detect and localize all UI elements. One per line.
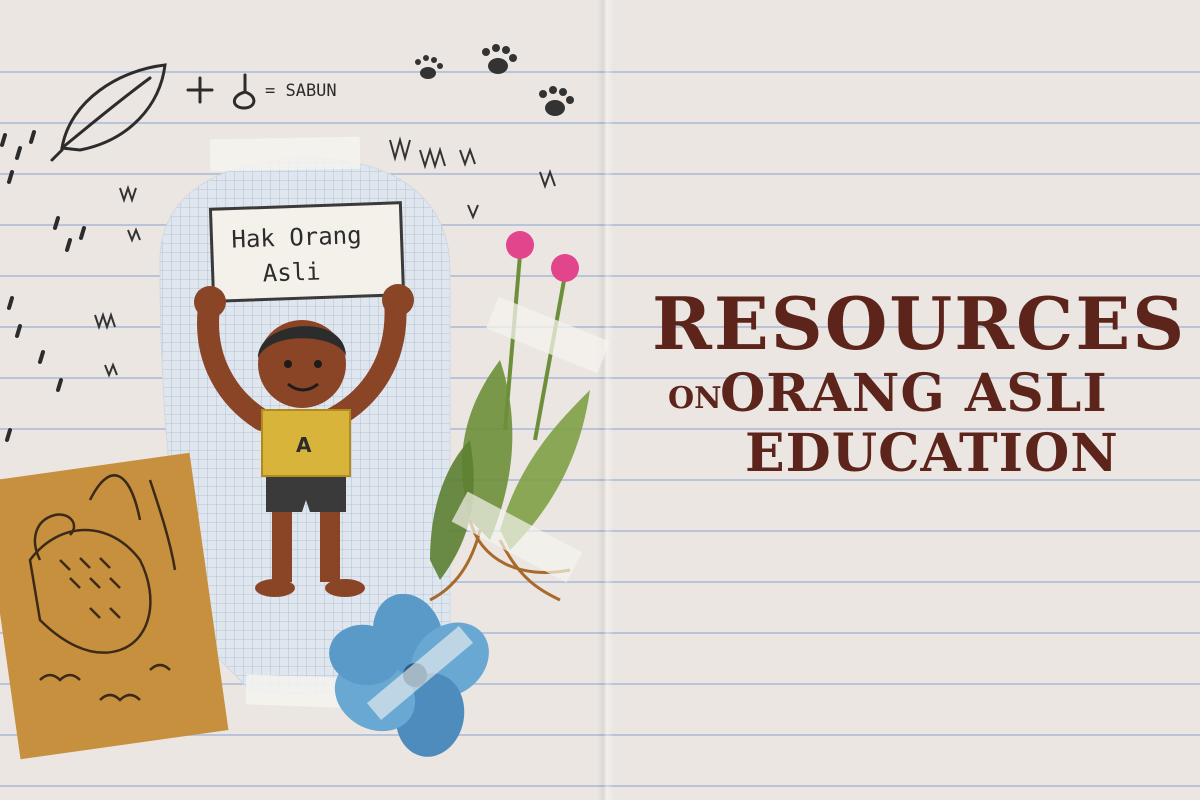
tape-strip-icon (209, 136, 361, 172)
title-education: EDUCATION (745, 423, 1119, 484)
title-orang-asli: ORANG ASLI (720, 363, 1108, 424)
rain-dashes (0, 130, 86, 442)
collage-illustration: = SABUN Hak Orang Asli A (0, 44, 610, 760)
equation-equals-text: = SABUN (265, 81, 337, 101)
plus-sign (186, 76, 214, 104)
paw-print-icon (482, 44, 517, 74)
protest-sign: Hak Orang Asli (208, 201, 406, 303)
tape-strip-icon (245, 674, 343, 708)
paw-print-icon (539, 86, 574, 116)
title-resources: RESOURCES (652, 281, 1187, 366)
title-on: ON (668, 381, 722, 416)
sign-text-line1: Hak Orang (231, 221, 362, 254)
pangolin-card (0, 452, 229, 760)
sign-text-line2: Asli (262, 258, 321, 288)
title-block: RESOURCES ON ORANG ASLI EDUCATION (640, 288, 1184, 488)
paw-print-icon (415, 55, 443, 79)
water-drop-icon (232, 73, 256, 110)
leaf-icon (50, 63, 167, 162)
shirt-letter: A (296, 433, 312, 457)
